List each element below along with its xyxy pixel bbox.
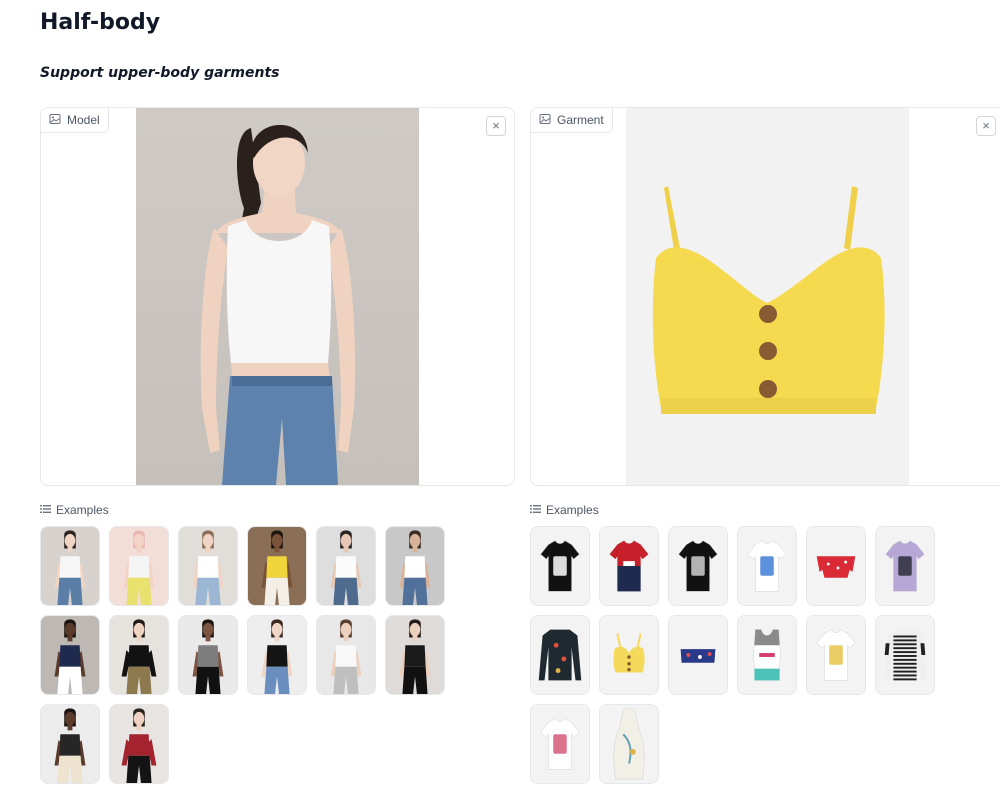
model-example-thumb[interactable] xyxy=(178,615,238,695)
garment-example-thumb[interactable] xyxy=(737,526,797,606)
garment-example-thumb[interactable] xyxy=(599,526,659,606)
model-example-thumb[interactable] xyxy=(178,526,238,606)
model-label: Model xyxy=(41,108,109,133)
garment-example-thumb[interactable] xyxy=(668,526,728,606)
model-example-thumb[interactable] xyxy=(247,615,307,695)
model-photo xyxy=(136,108,419,485)
close-icon[interactable]: × xyxy=(976,116,996,136)
model-example-thumb[interactable] xyxy=(109,615,169,695)
model-image-input[interactable]: Model × xyxy=(40,107,515,486)
garment-example-thumb[interactable] xyxy=(599,615,659,695)
garment-label: Garment xyxy=(531,108,613,133)
model-example-thumb[interactable] xyxy=(316,526,376,606)
model-example-thumb[interactable] xyxy=(247,526,307,606)
garment-example-thumb[interactable] xyxy=(875,526,935,606)
garment-examples-grid xyxy=(530,526,935,784)
page-subtitle: Support upper-body garments xyxy=(40,65,280,81)
garment-example-thumb[interactable] xyxy=(599,704,659,784)
garment-image-input[interactable]: Garment × xyxy=(530,107,1000,486)
list-icon xyxy=(530,503,541,517)
page-title: Half-body xyxy=(40,10,161,35)
garment-example-thumb[interactable] xyxy=(530,704,590,784)
model-example-thumb[interactable] xyxy=(385,526,445,606)
garment-examples-label-text: Examples xyxy=(546,503,599,517)
model-examples-label-text: Examples xyxy=(56,503,109,517)
garment-example-thumb[interactable] xyxy=(737,615,797,695)
garment-label-text: Garment xyxy=(557,113,604,127)
garment-examples-label: Examples xyxy=(530,503,599,517)
list-icon xyxy=(40,503,51,517)
garment-example-thumb[interactable] xyxy=(530,526,590,606)
model-label-text: Model xyxy=(67,113,100,127)
close-icon[interactable]: × xyxy=(486,116,506,136)
model-example-thumb[interactable] xyxy=(109,526,169,606)
garment-example-thumb[interactable] xyxy=(530,615,590,695)
model-examples-label: Examples xyxy=(40,503,109,517)
image-icon xyxy=(49,113,61,128)
model-example-thumb[interactable] xyxy=(40,526,100,606)
garment-example-thumb[interactable] xyxy=(806,526,866,606)
model-example-thumb[interactable] xyxy=(40,704,100,784)
model-example-thumb[interactable] xyxy=(316,615,376,695)
garment-example-thumb[interactable] xyxy=(668,615,728,695)
garment-example-thumb[interactable] xyxy=(806,615,866,695)
image-icon xyxy=(539,113,551,128)
garment-photo xyxy=(626,108,909,485)
model-example-thumb[interactable] xyxy=(109,704,169,784)
model-examples-grid xyxy=(40,526,445,784)
model-example-thumb[interactable] xyxy=(385,615,445,695)
garment-example-thumb[interactable] xyxy=(875,615,935,695)
model-example-thumb[interactable] xyxy=(40,615,100,695)
